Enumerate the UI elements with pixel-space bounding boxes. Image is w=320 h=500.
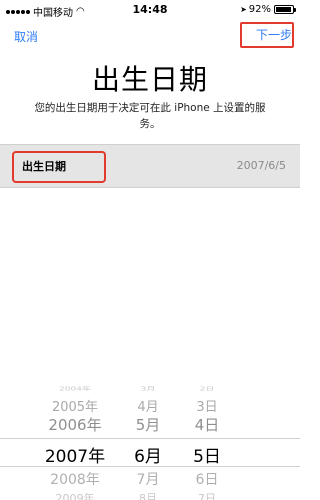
picker-day-item[interactable]: 3日 — [170, 396, 244, 415]
location-icon: ➤ — [240, 5, 247, 14]
picker-day-item-selected[interactable]: 5日 — [170, 442, 244, 467]
picker-day-item[interactable]: 2日 — [170, 385, 244, 393]
battery-percent: 92% — [248, 4, 271, 15]
birth-date-value: 2007/6/5 — [236, 159, 286, 172]
page-description: 您的出生日期用于决定可在此 iPhone 上设置的服务。 — [34, 102, 266, 130]
page-title: 出生日期 — [91, 63, 208, 96]
battery-fill — [276, 7, 291, 12]
birth-date-row[interactable]: 出生日期 2007/6/5 — [0, 144, 300, 188]
picker-day-item[interactable]: 4日 — [170, 414, 244, 435]
birth-date-label: 出生日期 — [12, 151, 106, 183]
next-step-button[interactable]: 下一步 — [240, 22, 294, 48]
picker-selection-line-top — [0, 438, 300, 439]
date-picker[interactable]: 2004年 2005年 2006年 2007年 2008年 2009年 3月 4月 5月 6月 7月… — [0, 378, 300, 500]
status-right: ➤ 92% — [240, 4, 296, 15]
picker-day-item[interactable]: 6日 — [170, 469, 244, 489]
status-bar: 中国移动 ◠ 14:48 ➤ 92% — [0, 0, 300, 20]
picker-day-item[interactable]: 7日 — [170, 490, 244, 500]
battery-icon — [274, 5, 296, 14]
cancel-button[interactable]: 取消 — [14, 28, 38, 45]
